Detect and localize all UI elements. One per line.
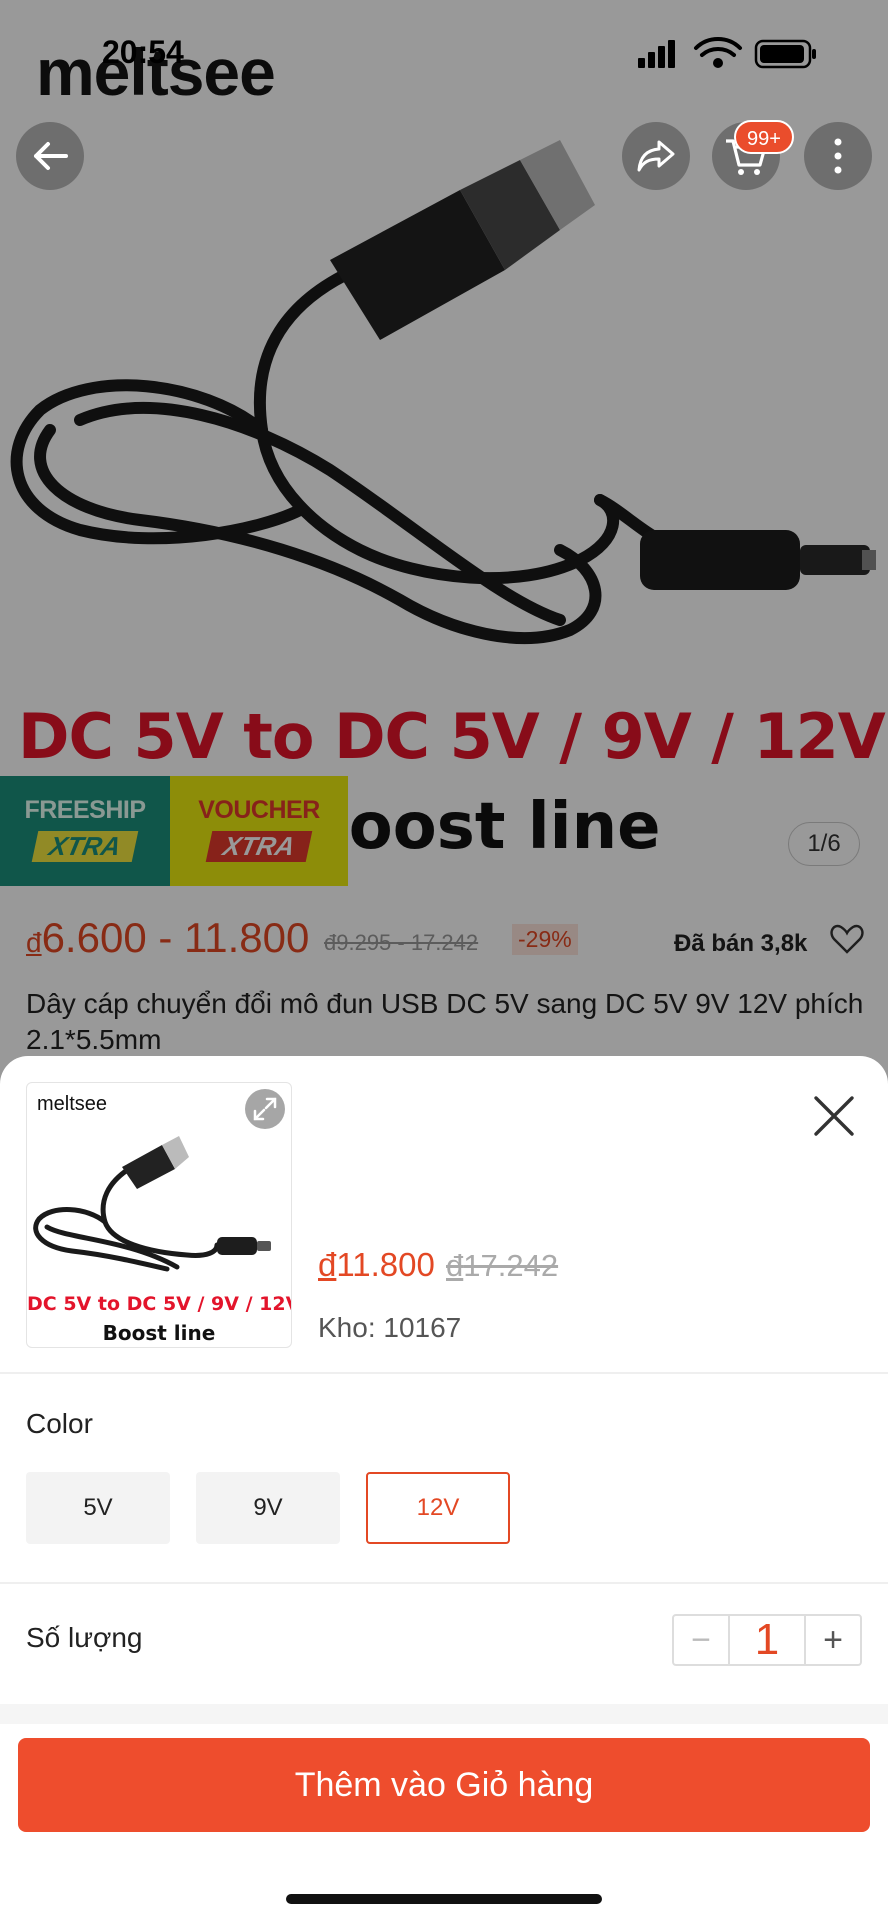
selected-price-currency: đ	[318, 1246, 337, 1283]
section-gap	[0, 1704, 888, 1724]
arrow-left-icon	[34, 142, 68, 170]
divider	[0, 1582, 888, 1584]
close-icon[interactable]	[810, 1092, 858, 1140]
stock-count: Kho: 10167	[318, 1312, 462, 1343]
quantity-decrease-button[interactable]: −	[674, 1616, 728, 1664]
quantity-stepper: − 1 +	[672, 1614, 862, 1666]
variant-bottom-sheet: meltsee DC 5V to DC 5V / 9V / 12V Boost …	[0, 1056, 888, 1920]
quantity-label: Số lượng	[26, 1622, 143, 1653]
battery-icon	[754, 39, 816, 69]
home-indicator	[286, 1894, 602, 1904]
thumb-brand-text: meltsee	[37, 1093, 108, 1115]
selected-old-price: đ17.242	[446, 1248, 558, 1284]
thumb-title-line1: DC 5V to DC 5V / 9V / 12V	[27, 1293, 292, 1315]
variant-option-12v[interactable]: 12V	[366, 1472, 510, 1544]
color-label: Color	[26, 1408, 93, 1439]
back-button[interactable]	[16, 122, 84, 190]
status-time: 20:54	[102, 34, 184, 70]
selected-price-value: 11.800	[336, 1246, 435, 1283]
expand-icon	[253, 1097, 277, 1121]
add-to-cart-button[interactable]: Thêm vào Giỏ hàng	[18, 1738, 870, 1832]
variant-option-9v[interactable]: 9V	[196, 1472, 340, 1544]
expand-button[interactable]	[245, 1089, 285, 1129]
thumb-cable-image	[33, 1136, 271, 1272]
quantity-input[interactable]: 1	[728, 1616, 806, 1664]
more-button[interactable]	[804, 122, 872, 190]
variant-thumbnail[interactable]: meltsee DC 5V to DC 5V / 9V / 12V Boost …	[26, 1082, 292, 1348]
quantity-increase-button[interactable]: +	[806, 1616, 860, 1664]
thumb-title-line2: Boost line	[102, 1321, 216, 1345]
divider	[0, 1372, 888, 1374]
signal-icon	[638, 40, 675, 68]
old-price-value: 17.242	[463, 1248, 559, 1283]
wifi-icon	[694, 37, 742, 68]
more-vertical-icon	[834, 138, 842, 174]
selected-price: đ11.800	[318, 1246, 435, 1284]
share-icon	[637, 140, 675, 172]
cart-count-badge: 99+	[734, 120, 794, 154]
share-button[interactable]	[622, 122, 690, 190]
variant-option-5v[interactable]: 5V	[26, 1472, 170, 1544]
old-price-currency: đ	[446, 1248, 464, 1283]
status-icons	[638, 37, 816, 69]
